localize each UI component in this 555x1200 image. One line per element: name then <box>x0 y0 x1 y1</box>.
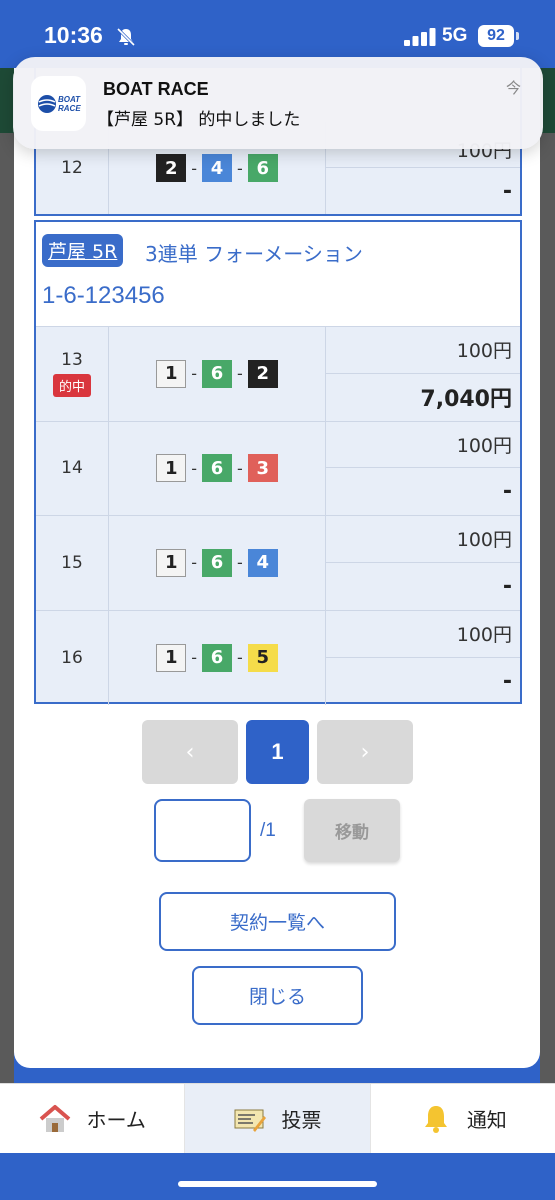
boat-number-badge: 6 <box>202 359 232 388</box>
boat-race-app-icon: BOAT RACE <box>31 76 86 131</box>
stake-amount: 100円 <box>326 327 520 374</box>
page-number-input[interactable] <box>154 799 251 862</box>
battery-icon: 92 <box>478 25 514 47</box>
bottom-navigation: ホーム 投票 通知 <box>0 1083 555 1153</box>
payout-amount: - <box>502 573 512 599</box>
close-button[interactable]: 閉じる <box>192 966 363 1025</box>
row-number-text: 13 <box>61 350 83 371</box>
network-type: 5G <box>442 25 468 46</box>
bet-header: 芦屋 5R 3連単 フォーメーション 1-6-123456 <box>36 222 520 327</box>
push-notification[interactable]: BOAT RACE BOAT RACE 【芦屋 5R】 的中しました 今 <box>13 57 543 149</box>
background-dim-right <box>540 68 555 1083</box>
combination-text: 1-6-123456 <box>42 282 165 309</box>
combo-separator: - <box>191 553 197 573</box>
current-page-button[interactable]: 1 <box>246 720 309 784</box>
boat-race-logo-icon: BOAT RACE <box>38 95 81 113</box>
combo-separator: - <box>237 364 243 384</box>
hit-badge: 的中 <box>52 374 91 398</box>
amount-cell: 100円 7,040円 <box>326 327 520 421</box>
status-time: 10:36 <box>44 22 103 48</box>
contract-list-button[interactable]: 契約一覧へ <box>159 892 396 951</box>
row-number-text: 15 <box>61 552 83 573</box>
stake-amount: 100円 <box>326 516 520 563</box>
combo-separator: - <box>237 158 243 178</box>
combo-separator: - <box>237 648 243 668</box>
combo-separator: - <box>237 458 243 478</box>
amount-cell: 100円 - <box>326 611 520 706</box>
amount-cell: 100円 - <box>326 422 520 516</box>
boat-number-badge: 2 <box>247 359 278 388</box>
home-indicator-area <box>0 1153 555 1200</box>
combo-separator: - <box>237 553 243 573</box>
boat-number-badge: 5 <box>247 643 278 672</box>
battery-tip <box>516 32 519 40</box>
boat-number-badge: 6 <box>202 643 232 672</box>
row-number: 13 的中 <box>36 327 109 421</box>
notification-message: 【芦屋 5R】 的中しました <box>97 110 301 130</box>
payout-amount: 7,040円 <box>420 387 512 413</box>
boat-number-badge: 6 <box>202 454 232 483</box>
stake-amount: 100円 <box>326 611 520 658</box>
boat-combination: 1-6-3 <box>109 421 326 515</box>
background-header-left <box>0 68 14 133</box>
row-number-text: 14 <box>61 458 83 479</box>
silent-bell-icon <box>116 27 136 47</box>
nav-home-label: ホーム <box>86 1108 146 1132</box>
payout-amount: - <box>502 668 512 694</box>
combo-separator: - <box>191 364 197 384</box>
venue-race-link[interactable]: 芦屋 5R <box>42 234 124 267</box>
svg-text:BOAT: BOAT <box>58 95 81 104</box>
bell-icon <box>424 1105 447 1133</box>
svg-text:RACE: RACE <box>58 104 81 113</box>
bet-table-ashiya-5r: 芦屋 5R 3連単 フォーメーション 1-6-123456 13 的中 1-6-2 1… <box>34 220 522 706</box>
payout-amount: - <box>502 479 512 505</box>
stake-amount: 100円 <box>326 422 520 469</box>
amount-cell: 100円 - <box>326 516 520 610</box>
row-number: 14 <box>36 421 109 515</box>
table-row: 13 的中 1-6-2 100円 7,040円 <box>36 327 520 422</box>
row-number: 16 <box>36 610 109 705</box>
home-indicator[interactable] <box>178 1181 377 1187</box>
house-icon <box>40 1104 71 1132</box>
cellular-signal-icon <box>404 28 436 46</box>
boat-combination: 1-6-2 <box>109 327 326 421</box>
boat-number-badge: 1 <box>156 548 187 577</box>
payout-amount: - <box>502 178 512 204</box>
boat-number-badge: 4 <box>202 154 232 182</box>
boat-number-badge: 3 <box>247 454 278 483</box>
combo-separator: - <box>191 648 197 668</box>
table-row: 15 1-6-4 100円 - <box>36 516 520 611</box>
boat-number-badge: 1 <box>156 359 187 388</box>
move-page-button[interactable]: 移動 <box>304 799 400 862</box>
boat-number-badge: 6 <box>202 548 232 577</box>
row-number-text: 16 <box>61 647 83 668</box>
boat-number-badge: 2 <box>156 154 187 182</box>
combo-separator: - <box>191 158 197 178</box>
notification-app-name: BOAT RACE <box>103 79 209 99</box>
nav-vote-label: 投票 <box>281 1108 322 1132</box>
bet-type: 3連単 フォーメーション <box>145 242 363 266</box>
background-dim-left <box>0 68 14 1083</box>
boat-number-badge: 1 <box>156 643 187 672</box>
ticket-pencil-icon <box>234 1109 267 1132</box>
prev-page-button[interactable]: ‹ <box>142 720 238 784</box>
nav-vote[interactable]: 投票 <box>185 1084 371 1153</box>
notification-time: 今 <box>505 79 521 97</box>
boat-number-badge: 6 <box>247 154 278 182</box>
table-row: 16 1-6-5 100円 - <box>36 610 520 706</box>
table-row: 14 1-6-3 100円 - <box>36 421 520 516</box>
nav-notify-label: 通知 <box>466 1108 507 1132</box>
boat-number-badge: 1 <box>156 454 187 483</box>
next-page-button[interactable]: › <box>317 720 413 784</box>
page-total: /1 <box>260 820 276 841</box>
row-number: 15 <box>36 516 109 610</box>
combo-separator: - <box>191 458 197 478</box>
boat-combination: 1-6-5 <box>109 610 326 705</box>
boat-number-badge: 4 <box>247 548 278 577</box>
nav-home[interactable]: ホーム <box>0 1084 186 1153</box>
bet-detail-modal: 12 2-4-6 100円 - 芦屋 5R 3連単 フォーメーション 1-6-1… <box>14 68 540 1068</box>
nav-notify[interactable]: 通知 <box>371 1084 555 1153</box>
boat-combination: 1-6-4 <box>109 516 326 610</box>
